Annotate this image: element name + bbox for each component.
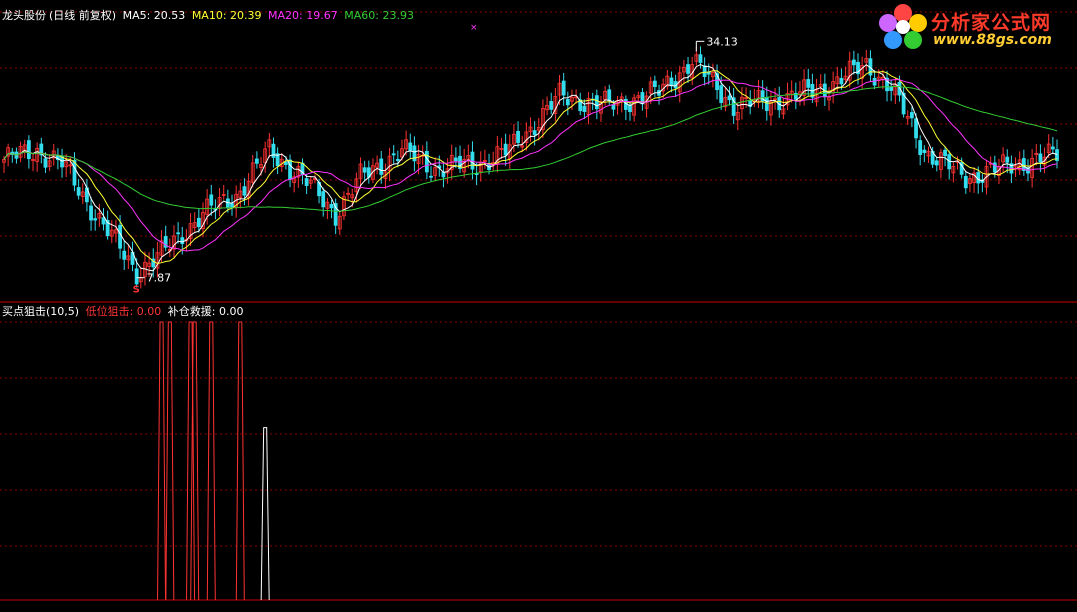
candle-down [532, 130, 537, 136]
candle-down [26, 140, 31, 160]
sub-panel-header: 买点狙击(10,5) 低位狙击: 0.00 补仓救援: 0.00 [2, 305, 246, 318]
candle-down [719, 85, 724, 103]
candle-down [304, 178, 309, 186]
signal-marker: S [133, 285, 140, 296]
candle-down [561, 80, 566, 96]
signal-spike [260, 427, 270, 601]
low-price-label: 7.87 [147, 272, 172, 285]
candle-down [727, 95, 732, 101]
candle-down [441, 171, 446, 178]
main-panel-header: 龙头股份 (日线 前复权) MA5: 20.53 MA10: 20.39 MA20… [2, 9, 417, 22]
candle-down [284, 161, 288, 165]
candle-down [669, 77, 674, 87]
candle-down [1005, 156, 1010, 163]
signal-spike [165, 321, 175, 601]
candle-down [395, 158, 400, 161]
stock-name: 龙头股份 [2, 9, 46, 22]
candle-down [607, 89, 612, 102]
candle-down [914, 118, 918, 139]
candle-down [379, 158, 384, 175]
indicator-name: 买点狙击(10,5) [2, 305, 80, 318]
candle-down [764, 96, 769, 111]
signal-spike [190, 321, 200, 601]
ma20-line [3, 78, 1058, 252]
candle-down [565, 99, 570, 106]
candle-down [910, 112, 914, 119]
candle-down [549, 101, 554, 110]
ma20-value: MA20: 19.67 [268, 9, 338, 22]
signal-spike [235, 321, 245, 601]
stock-chart-window: 34.13 7.87 S × 龙头股份 (日线 前复权) MA5: 20.53 MA10… [0, 0, 1077, 608]
candle-down [321, 191, 326, 208]
signal-spike [157, 321, 167, 601]
signal-spike [186, 321, 196, 601]
candle-down [180, 237, 185, 245]
candle-down [424, 151, 429, 173]
candle-down [362, 167, 367, 173]
candle-down [611, 104, 616, 110]
candle-down [101, 217, 106, 225]
candle-down [922, 149, 927, 154]
candle-down [43, 158, 48, 168]
candle-down [918, 140, 923, 156]
candle-down [453, 157, 458, 162]
candle-down [594, 95, 599, 110]
candle-down [652, 80, 657, 88]
low-snipe-value: 低位狙击: 0.00 [85, 305, 162, 318]
candle-down [992, 162, 997, 173]
logo-url: www.88gs.com [933, 32, 1052, 48]
period-label: (日线 前复权) [49, 9, 117, 22]
candle-down [934, 160, 939, 166]
candle-down [686, 64, 690, 74]
candle-down [1050, 146, 1055, 150]
candle-down [702, 65, 707, 78]
candle-down [943, 149, 947, 157]
candle-down [89, 205, 93, 221]
candle-down [329, 203, 334, 209]
candle-down [963, 175, 968, 189]
candle-down [176, 232, 181, 235]
candle-down [391, 153, 396, 156]
candle-down [516, 130, 520, 144]
candle-down [134, 268, 139, 285]
candle-down [582, 105, 587, 113]
candle-down [503, 143, 508, 156]
ma60-line [3, 85, 1058, 212]
candle-down [698, 54, 703, 63]
candle-down [851, 59, 856, 66]
flower-logo-icon [879, 4, 927, 49]
candle-down [1038, 153, 1043, 163]
candle-down [408, 142, 413, 151]
candle-down [429, 175, 433, 178]
price-chart[interactable]: 34.13 7.87 S × [0, 0, 1077, 608]
cross-marker: × [470, 23, 478, 33]
site-logo: 分析家公式网 www.88gs.com [875, 2, 1071, 52]
candle-down [209, 194, 214, 206]
candle-down [254, 158, 259, 164]
candle-down [196, 217, 201, 228]
candle-down [889, 86, 894, 91]
logo-text: 分析家公式网 [931, 12, 1052, 34]
candle-down [242, 186, 247, 196]
ma10-value: MA10: 20.39 [191, 9, 262, 22]
candle-down [93, 218, 98, 221]
candle-down [122, 250, 127, 260]
ma5-value: MA5: 20.53 [122, 9, 186, 22]
candle-down [230, 203, 234, 208]
candle-down [806, 79, 811, 88]
ma60-value: MA60: 23.93 [344, 9, 414, 22]
high-price-label: 34.13 [706, 35, 738, 48]
candle-down [118, 224, 122, 249]
candle-down [72, 160, 77, 186]
rescue-value: 补仓救援: 0.00 [167, 305, 244, 318]
signal-spike [206, 321, 216, 601]
candle-down [839, 78, 844, 85]
candle-down [76, 187, 81, 196]
